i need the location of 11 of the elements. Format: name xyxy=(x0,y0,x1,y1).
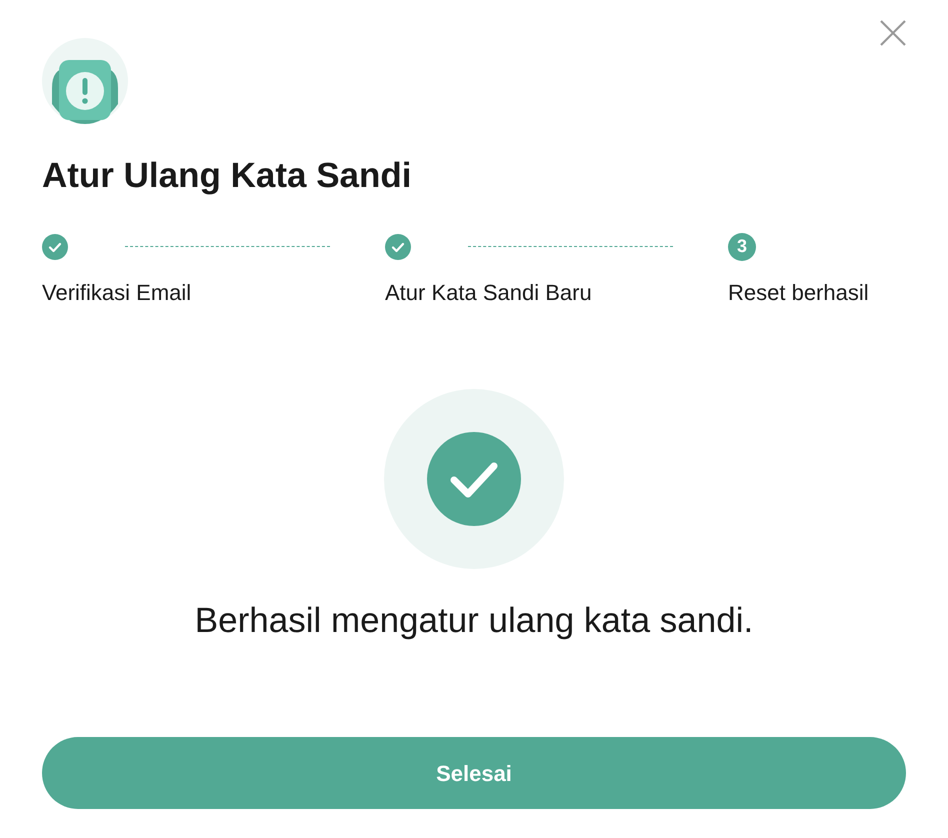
close-button[interactable] xyxy=(878,18,908,48)
step-label: Reset berhasil xyxy=(728,278,869,307)
alert-badge-icon xyxy=(42,38,128,124)
step-number: 3 xyxy=(728,232,756,261)
success-check-icon xyxy=(384,388,564,569)
dialog-title: Atur Ulang Kata Sandi xyxy=(42,155,412,197)
close-icon xyxy=(880,20,906,46)
done-button[interactable]: Selesai xyxy=(42,737,906,810)
step-label: Atur Kata Sandi Baru xyxy=(385,278,592,307)
success-message: Berhasil mengatur ulang kata sandi. xyxy=(194,600,754,642)
step-label: Verifikasi Email xyxy=(42,278,192,307)
